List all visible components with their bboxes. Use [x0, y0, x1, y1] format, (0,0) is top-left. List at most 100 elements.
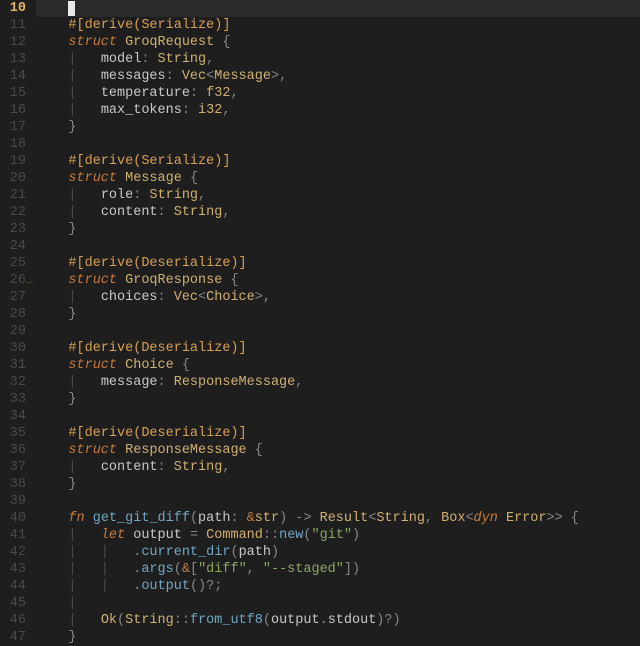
token-pipe: |	[68, 290, 100, 305]
token-field: output	[271, 613, 320, 628]
line-number: 41	[4, 527, 26, 544]
token-punc: (	[230, 545, 238, 560]
code-line[interactable]: struct GroqRequest {	[36, 34, 640, 51]
token-pipe: | |	[68, 545, 133, 560]
code-line[interactable]: |	[36, 595, 640, 612]
code-line[interactable]: | model: String,	[36, 51, 640, 68]
code-line[interactable]	[36, 408, 640, 425]
code-line[interactable]: }	[36, 629, 640, 646]
token-type: Vec	[182, 69, 206, 84]
token-pipe: |	[68, 613, 100, 628]
line-number: 24	[4, 238, 26, 255]
code-line[interactable]: }	[36, 221, 640, 238]
code-line[interactable]	[36, 238, 640, 255]
token-brace: {	[255, 443, 263, 458]
token-punc: :	[158, 205, 174, 220]
token-punc: :	[141, 52, 157, 67]
token-field: output	[133, 528, 182, 543]
token-punc: <	[198, 290, 206, 305]
code-line[interactable]: struct Choice {	[36, 357, 640, 374]
token-pipe: | |	[68, 562, 133, 577]
token-pipe: |	[68, 86, 100, 101]
token-field: messages	[101, 69, 166, 84]
code-line[interactable]: }	[36, 476, 640, 493]
code-line[interactable]: struct Message {	[36, 170, 640, 187]
code-editor[interactable]: 1011121314151617181920212223242526272829…	[0, 0, 640, 640]
code-line[interactable]: #[derive(Deserialize)]	[36, 255, 640, 272]
token-kw: dyn	[474, 511, 498, 526]
token-punc: :	[158, 375, 174, 390]
code-line[interactable]: #[derive(Deserialize)]	[36, 340, 640, 357]
token-kw: struct	[68, 443, 117, 458]
token-type: GroqRequest	[125, 35, 214, 50]
code-line[interactable]: | max_tokens: i32,	[36, 102, 640, 119]
token-type: Box	[441, 511, 465, 526]
code-area[interactable]: #[derive(Serialize)] struct GroqRequest …	[36, 0, 640, 640]
code-line[interactable]: }	[36, 119, 640, 136]
code-line[interactable]: | message: ResponseMessage,	[36, 374, 640, 391]
code-line[interactable]: | let output = Command::new("git")	[36, 527, 640, 544]
token-brace: {	[182, 358, 190, 373]
code-line[interactable]: }	[36, 306, 640, 323]
token-punc: (	[263, 613, 271, 628]
token-field: role	[101, 188, 133, 203]
code-line[interactable]: | | .output()?;	[36, 578, 640, 595]
token-type: str	[255, 511, 279, 526]
token-str: "--staged"	[263, 562, 344, 577]
code-line[interactable]: }	[36, 391, 640, 408]
token-pipe: |	[68, 52, 100, 67]
line-number: 32	[4, 374, 26, 391]
code-line[interactable]: #[derive(Deserialize)]	[36, 425, 640, 442]
line-number: 15	[4, 85, 26, 102]
code-line[interactable]	[36, 0, 640, 17]
code-line[interactable]: | temperature: f32,	[36, 85, 640, 102]
token-punc: ,	[222, 205, 230, 220]
code-line[interactable]	[36, 493, 640, 510]
token-fn: current_dir	[141, 545, 230, 560]
code-line[interactable]: | Ok(String::from_utf8(output.stdout)?)	[36, 612, 640, 629]
code-line[interactable]	[36, 323, 640, 340]
code-line[interactable]: | content: String,	[36, 459, 640, 476]
code-line[interactable]: | choices: Vec<Choice>,	[36, 289, 640, 306]
token-type: Message	[125, 171, 182, 186]
token-attr: #[derive(Deserialize)]	[68, 256, 246, 271]
line-number: 11	[4, 17, 26, 34]
token-kw: let	[101, 528, 125, 543]
line-number: 31	[4, 357, 26, 374]
token-punc: >>	[546, 511, 570, 526]
token-field: max_tokens	[101, 103, 182, 118]
token-sp	[247, 443, 255, 458]
token-brace: {	[222, 35, 230, 50]
code-line[interactable]: | role: String,	[36, 187, 640, 204]
line-number: 44	[4, 578, 26, 595]
token-str: "diff"	[198, 562, 247, 577]
code-line[interactable]: fn get_git_diff(path: &str) -> Result<St…	[36, 510, 640, 527]
token-punc: >,	[255, 290, 271, 305]
line-number: 35	[4, 425, 26, 442]
code-line[interactable]: #[derive(Serialize)]	[36, 17, 640, 34]
code-line[interactable]: | | .current_dir(path)	[36, 544, 640, 561]
token-field: path	[239, 545, 271, 560]
code-line[interactable]: #[derive(Serialize)]	[36, 153, 640, 170]
token-sp	[117, 273, 125, 288]
token-op: ?	[384, 613, 392, 628]
token-fname: get_git_diff	[93, 511, 190, 526]
code-line[interactable]: _ struct GroqResponse {	[36, 272, 640, 289]
token-punc: ,	[425, 511, 441, 526]
line-number: 34	[4, 408, 26, 425]
code-line[interactable]: struct ResponseMessage {	[36, 442, 640, 459]
token-type: Vec	[174, 290, 198, 305]
token-punc: )	[279, 511, 295, 526]
token-punc	[311, 511, 319, 526]
code-line[interactable]: | content: String,	[36, 204, 640, 221]
token-type: String	[125, 613, 174, 628]
token-punc: :	[230, 511, 246, 526]
code-line[interactable]: | messages: Vec<Message>,	[36, 68, 640, 85]
token-punc: :	[190, 86, 206, 101]
token-pipe: |	[68, 188, 100, 203]
code-line[interactable]: | | .args(&["diff", "--staged"])	[36, 561, 640, 578]
code-line[interactable]	[36, 136, 640, 153]
token-pipe: | |	[68, 579, 133, 594]
line-number: 33	[4, 391, 26, 408]
token-amp: &	[247, 511, 255, 526]
